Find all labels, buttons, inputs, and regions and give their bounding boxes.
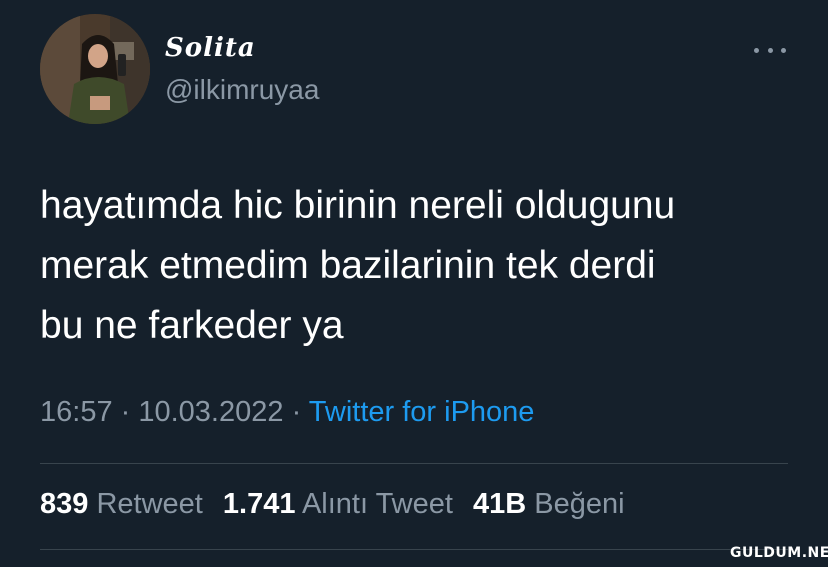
display-name[interactable]: Solita [165,33,256,63]
tweet-line: merak etmedim bazilarinin tek derdi [40,244,656,287]
tweet-line: bu ne farkeder ya [40,304,344,347]
divider [40,549,788,550]
divider [40,463,788,464]
meta-separator: · [112,396,139,428]
meta-separator: · [283,396,309,428]
tweet-time[interactable]: 16:57 [40,396,113,428]
profile-photo-icon [40,14,150,124]
user-handle[interactable]: @ilkimruyaa [165,74,319,106]
watermark: GULDUM.NET [730,545,828,561]
tweet-text: hayatımda hic birinin nereli oldugunu me… [40,176,800,356]
tweet-date[interactable]: 10.03.2022 [138,396,283,428]
retweet-stat[interactable]: 839 Retweet [40,488,203,520]
like-label: Beğeni [534,488,625,520]
quote-stat[interactable]: 1.741 Alıntı Tweet [223,488,453,520]
like-stat[interactable]: 41B Beğeni [473,488,625,520]
quote-label: Alıntı Tweet [301,488,453,520]
retweet-label: Retweet [96,488,203,520]
more-options-icon[interactable] [750,38,790,62]
like-count: 41B [473,488,527,520]
retweet-count: 839 [40,488,89,520]
tweet-stats: 839 Retweet 1.741 Alıntı Tweet 41B Beğen… [40,488,637,521]
tweet-source-link[interactable]: Twitter for iPhone [309,396,535,428]
tweet-metadata: 16:57 · 10.03.2022 · Twitter for iPhone [40,396,534,429]
quote-count: 1.741 [222,488,296,520]
tweet-line: hayatımda hic birinin nereli oldugunu [40,184,676,227]
avatar[interactable] [40,14,150,124]
